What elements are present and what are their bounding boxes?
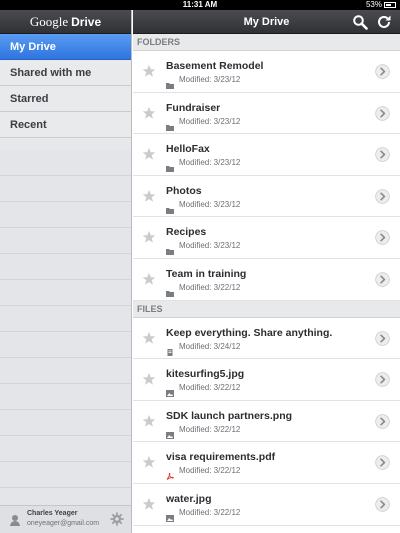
item-name: Basement Remodel — [166, 60, 264, 72]
list-item[interactable]: Photos Modified: 3/23/12 — [133, 175, 400, 218]
folder-icon — [166, 242, 174, 256]
list-item[interactable]: Recipes Modified: 3/23/12 — [133, 217, 400, 259]
item-name: Keep everything. Share anything. — [166, 326, 333, 339]
folder-list: Basement Remodel Modified: 3/23/12 Fundrai… — [133, 51, 400, 301]
item-modified: Modified: 3/22/12 — [179, 507, 241, 517]
chevron-right-icon[interactable] — [375, 272, 390, 287]
status-time: 11:31 AM — [182, 0, 218, 9]
item-modified: Modified: 3/22/12 — [179, 383, 241, 393]
item-name: Recipes — [166, 226, 207, 239]
image-icon — [166, 426, 174, 439]
chevron-right-icon[interactable] — [375, 105, 390, 121]
chevron-right-icon[interactable] — [375, 497, 390, 512]
item-name: kitesurfing5.jpg — [166, 368, 245, 381]
item-name: HelloFax — [166, 143, 210, 156]
item-modified: Modified: 3/23/12 — [179, 158, 241, 168]
star-icon[interactable] — [142, 106, 156, 120]
item-name: Team in training — [166, 267, 247, 280]
list-item[interactable]: visa requirements.pdf Modified: 3/22/12 — [133, 442, 400, 484]
star-icon[interactable] — [142, 189, 156, 203]
item-modified: Modified: 3/24/12 — [179, 341, 241, 351]
main-panel: My Drive FOLDERS Basement Remodel Modifie… — [133, 10, 400, 533]
sidebar-item-my-drive[interactable]: My Drive — [0, 34, 131, 60]
sidebar-item-recent[interactable]: Recent — [0, 112, 131, 138]
item-name: visa requirements.pdf — [166, 451, 276, 464]
sidebar-item-shared-with-me[interactable]: Shared with me — [0, 60, 131, 86]
star-icon[interactable] — [142, 414, 156, 428]
star-icon[interactable] — [142, 331, 156, 345]
item-name: water.jpg — [166, 492, 212, 505]
star-icon[interactable] — [142, 230, 156, 244]
folder-icon — [166, 201, 174, 214]
app-logo: Google Drive — [0, 10, 131, 34]
star-icon[interactable] — [142, 372, 156, 386]
logo-word-drive: Drive — [71, 14, 102, 29]
star-icon[interactable] — [142, 147, 156, 161]
item-modified: Modified: 3/23/12 — [179, 241, 241, 251]
chevron-right-icon[interactable] — [375, 64, 390, 79]
item-modified: Modified: 3/23/12 — [179, 75, 241, 84]
document-icon — [166, 343, 174, 356]
image-icon — [166, 384, 174, 398]
folders-section-header: FOLDERS — [133, 34, 400, 51]
battery-percent: 53% — [365, 0, 382, 9]
item-modified: Modified: 3/23/12 — [179, 116, 241, 126]
item-modified: Modified: 3/22/12 — [179, 282, 241, 292]
sidebar-item-starred[interactable]: Starred — [0, 86, 131, 112]
chevron-right-icon[interactable] — [375, 189, 390, 204]
user-icon — [10, 515, 20, 526]
list-item[interactable]: Fundraiser Modified: 3/23/12 — [133, 92, 400, 135]
sidebar: Google Drive My Drive Shared with me Sta… — [0, 10, 132, 533]
chevron-right-icon[interactable] — [375, 230, 390, 246]
list-item[interactable]: HelloFax Modified: 3/23/12 — [133, 134, 400, 176]
list-item[interactable]: Keep everything. Share anything. Modified… — [133, 317, 400, 360]
folder-icon — [166, 159, 174, 173]
chevron-right-icon[interactable] — [375, 147, 390, 162]
account-email: oneyeager@gmail.com — [27, 520, 100, 527]
folder-icon — [166, 76, 174, 89]
star-icon[interactable] — [142, 455, 156, 469]
sidebar-empty-area — [0, 150, 131, 505]
chevron-right-icon[interactable] — [375, 414, 390, 429]
top-bar: My Drive — [133, 10, 400, 34]
list-item[interactable]: Basement Remodel Modified: 3/23/12 — [133, 51, 400, 93]
star-icon[interactable] — [142, 497, 156, 511]
item-modified: Modified: 3/22/12 — [179, 466, 241, 476]
logo-word-google: Google — [29, 13, 69, 29]
battery-icon — [384, 2, 396, 8]
files-section-header: FILES — [133, 300, 400, 318]
account-name: Charles Yeager — [27, 510, 78, 517]
item-name: SDK launch partners.png — [166, 409, 293, 422]
gear-icon[interactable] — [110, 512, 124, 526]
file-list: Keep everything. Share anything. Modified… — [133, 317, 400, 526]
status-bar: 11:31 AM 53% — [0, 0, 400, 10]
battery-indicator: 53% — [366, 0, 396, 10]
account-panel[interactable]: Charles Yeager oneyeager@gmail.com — [0, 505, 131, 533]
pdf-icon — [166, 467, 174, 481]
chevron-right-icon[interactable] — [375, 455, 390, 471]
star-icon[interactable] — [142, 64, 156, 78]
folder-icon — [166, 284, 174, 297]
search-icon[interactable] — [352, 14, 368, 30]
folder-icon — [166, 118, 174, 131]
list-item[interactable]: Team in training Modified: 3/22/12 — [133, 258, 400, 301]
image-icon — [166, 509, 174, 522]
item-modified: Modified: 3/23/12 — [179, 199, 241, 209]
list-item[interactable]: water.jpg Modified: 3/22/12 — [133, 483, 400, 526]
refresh-icon[interactable] — [376, 14, 392, 30]
item-modified: Modified: 3/22/12 — [179, 424, 241, 434]
chevron-right-icon[interactable] — [375, 330, 390, 346]
list-item[interactable]: kitesurfing5.jpg Modified: 3/22/12 — [133, 359, 400, 401]
chevron-right-icon[interactable] — [375, 372, 390, 387]
item-name: Fundraiser — [166, 101, 221, 114]
item-name: Photos — [166, 184, 202, 197]
list-item[interactable]: SDK launch partners.png Modified: 3/22/12 — [133, 400, 400, 443]
star-icon[interactable] — [142, 272, 156, 286]
